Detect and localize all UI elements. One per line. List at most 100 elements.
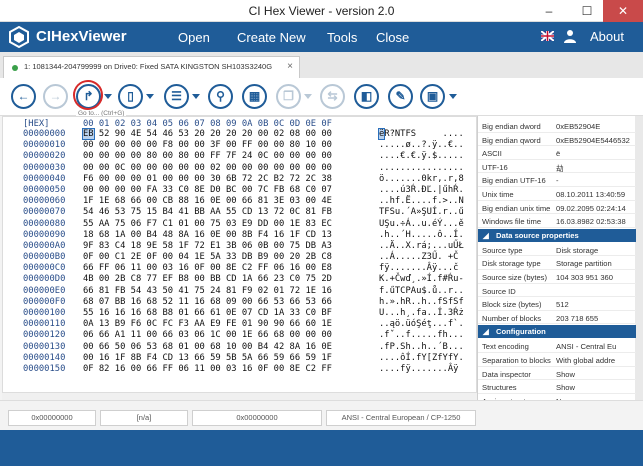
hex-ascii[interactable]: .fˇ..f.....fh... <box>379 330 464 341</box>
property-row[interactable]: Data inspector Show <box>478 368 636 381</box>
hex-bytes[interactable]: 9F 83 C4 18 9E 58 1F 72 E1 3B 06 0B 00 7… <box>83 241 332 252</box>
hex-bytes[interactable]: F6 00 00 00 01 00 00 00 30 6B 72 2C B2 7… <box>83 174 332 185</box>
menu-close[interactable]: Close <box>376 30 409 45</box>
hex-ascii[interactable]: ..ąö.üóŞéţ...f`. <box>379 319 464 330</box>
hex-ascii[interactable]: ..hf.Ë....f.>..N <box>379 196 464 207</box>
hex-view[interactable]: [HEX] 00 01 02 03 04 05 06 07 08 09 0A 0… <box>2 116 477 400</box>
panels-button[interactable]: ◧ <box>354 84 379 109</box>
back-button[interactable]: ← <box>11 84 36 109</box>
property-row[interactable]: Text encoding ANSI - Central Eu <box>478 340 636 353</box>
hex-ascii[interactable]: K.+Čwď¸.»Í.f#Ŕu- <box>379 274 464 285</box>
hex-bytes[interactable]: 68 07 BB 16 68 52 11 16 68 09 00 66 53 6… <box>83 297 332 308</box>
hex-ascii[interactable]: ....ôÍ.fY[ZfYfY. <box>379 353 464 364</box>
section-header[interactable]: ◢ Configuration <box>478 325 636 339</box>
hex-ascii[interactable]: ....€.€.ÿ.$..... <box>379 151 464 162</box>
property-row[interactable]: Separation to blocks With global addre <box>478 354 636 367</box>
list-dropdown-icon[interactable] <box>192 94 200 99</box>
hex-ascii[interactable]: ................ <box>379 163 464 174</box>
copy-button[interactable]: ❐ <box>276 84 301 109</box>
hex-bytes[interactable]: 4B 00 2B C8 77 EF B8 00 BB CD 1A 66 23 C… <box>83 274 332 285</box>
save-dropdown-icon[interactable] <box>449 94 457 99</box>
hex-bytes[interactable]: 00 00 00 00 00 F8 00 00 3F 00 FF 00 00 8… <box>83 140 332 151</box>
hex-ascii[interactable]: ....fÿ.......Âÿ <box>379 364 458 375</box>
edit-button[interactable]: ✎ <box>388 84 413 109</box>
hex-ascii[interactable]: UŞu.÷Á..u.éÝ...ě <box>379 219 464 230</box>
menu-open[interactable]: Open <box>178 30 210 45</box>
property-row[interactable]: Windows file time 16.03.8982 02:53:38 <box>478 215 636 228</box>
property-row[interactable]: Big endian dword 0xEB52904E <box>478 120 636 133</box>
property-row[interactable]: Unix time 08.10.2011 13:40:59 <box>478 188 636 201</box>
user-icon[interactable] <box>564 29 576 43</box>
tab-document[interactable]: 1: 1081344-204799999 on Drive0: Fixed SA… <box>3 56 300 78</box>
property-row[interactable]: Big endian UTF-16- <box>478 174 636 187</box>
minimize-button[interactable]: – <box>535 0 563 22</box>
property-row[interactable]: Source size (bytes) 104 303 951 360 <box>478 271 636 284</box>
property-row[interactable]: Big endian qword 0xEB52904E5446532 <box>478 134 636 147</box>
property-row[interactable]: Number of blocks 203 718 655 <box>478 312 636 325</box>
hex-ascii[interactable]: .....ø..?.ÿ..€.. <box>379 140 464 151</box>
hex-bytes[interactable]: 0F 82 16 00 66 FF 06 11 00 03 16 0F 00 8… <box>83 364 332 375</box>
hex-bytes[interactable]: 55 16 16 16 68 B8 01 66 61 0E 07 CD 1A 3… <box>83 308 332 319</box>
goto-dropdown-icon[interactable] <box>104 94 112 99</box>
property-row[interactable]: ASCII ë <box>478 147 636 160</box>
hex-ascii[interactable]: .fP.Sh..h..´B... <box>379 342 464 353</box>
menu-about[interactable]: About <box>590 29 624 44</box>
hex-ascii[interactable]: f.űTCPAu$.ů..r.. <box>379 286 464 297</box>
property-row[interactable]: UTF-16 劫 <box>478 161 636 174</box>
hex-ascii[interactable]: h.».hR..h..fSfSf <box>379 297 464 308</box>
section-header[interactable]: ◢ Data source properties <box>478 228 636 242</box>
hex-ascii[interactable]: ö.......0kr,.r,8 <box>379 174 464 185</box>
property-row[interactable]: Big endian unix time 09.02.2095 02:24:14 <box>478 202 636 215</box>
list-button[interactable]: ☰ <box>164 84 189 109</box>
hex-bytes[interactable]: 18 68 1A 00 B4 48 8A 16 0E 00 8B F4 16 1… <box>83 230 332 241</box>
hex-bytes[interactable]: 06 66 A1 11 00 66 03 06 1C 00 1E 66 68 0… <box>83 330 332 341</box>
hex-bytes[interactable]: EB 52 90 4E 54 46 53 20 20 20 20 00 02 0… <box>82 128 332 140</box>
forward-button[interactable]: → <box>43 84 68 109</box>
collapse-icon[interactable]: ◢ <box>483 327 489 336</box>
save-button[interactable]: ▣ <box>420 84 445 109</box>
hex-ascii[interactable]: fÿ.......Âÿ...č <box>379 263 458 274</box>
status-encoding[interactable]: ANSI - Central European / CP-1250 <box>326 410 476 426</box>
property-row[interactable]: Source ID <box>478 285 636 298</box>
tab-close-button[interactable]: × <box>287 61 293 72</box>
hex-ascii[interactable]: ....ú3Ŕ.ĐĽ.|űhŔ. <box>379 185 464 196</box>
close-window-button[interactable]: ✕ <box>603 0 643 22</box>
collapse-icon[interactable]: ◢ <box>483 231 489 240</box>
hex-bytes[interactable]: 00 00 00 00 80 00 80 00 FF 7F 24 0C 00 0… <box>83 151 332 162</box>
selected-byte[interactable]: EB <box>82 128 95 140</box>
hex-bytes[interactable]: 00 00 0C 00 00 00 00 00 02 00 00 00 00 0… <box>83 163 332 174</box>
copy-dropdown-icon[interactable] <box>304 94 312 99</box>
property-row[interactable]: Block size (bytes) 512 <box>478 298 636 311</box>
property-row[interactable]: Disk storage type Storage partition <box>478 257 636 270</box>
hex-bytes[interactable]: 0F 00 C1 2E 0F 00 04 1E 5A 33 DB B9 00 2… <box>83 252 332 263</box>
inspector-scrollbar[interactable] <box>635 116 643 400</box>
horizontal-scrollbar[interactable] <box>2 392 477 400</box>
uk-flag-icon[interactable] <box>541 31 554 41</box>
hex-ascii[interactable]: ëR?NTFS .... <box>377 128 464 140</box>
maximize-button[interactable]: ☐ <box>573 0 601 22</box>
search-button[interactable]: ⚲ <box>208 84 233 109</box>
grid-button[interactable]: ▦ <box>242 84 267 109</box>
hex-ascii[interactable]: U...h¸.fa..Í.3Ŕż <box>379 308 464 319</box>
selected-char[interactable]: ë <box>377 128 386 140</box>
menu-tools[interactable]: Tools <box>327 30 357 45</box>
compare-button[interactable]: ⇆ <box>320 84 345 109</box>
menu-create-new[interactable]: Create New <box>237 30 306 45</box>
hex-bytes[interactable]: 55 AA 75 06 F7 C1 01 00 75 03 E9 DD 00 1… <box>83 219 332 230</box>
hex-bytes[interactable]: 1F 1E 68 66 00 CB 88 16 0E 00 66 81 3E 0… <box>83 196 332 207</box>
hex-ascii[interactable]: .h..´H.....ô..Í. <box>379 230 464 241</box>
hex-bytes[interactable]: 54 46 53 75 15 B4 41 BB AA 55 CD 13 72 0… <box>83 207 332 218</box>
hex-bytes[interactable]: 66 FF 06 11 00 03 16 0F 00 8E C2 FF 06 1… <box>83 263 332 274</box>
bookmark-dropdown-icon[interactable] <box>146 94 154 99</box>
property-row[interactable]: Source type Disk storage <box>478 244 636 257</box>
hex-ascii[interactable]: ..Á.....Z3Ű. +Č <box>379 252 458 263</box>
bookmark-button[interactable]: ▯ <box>118 84 143 109</box>
hex-bytes[interactable]: 66 81 FB 54 43 50 41 75 24 81 F9 02 01 7… <box>83 286 332 297</box>
property-row[interactable]: Structures Show <box>478 381 636 394</box>
hex-bytes[interactable]: 00 00 00 00 FA 33 C0 8E D0 BC 00 7C FB 6… <box>83 185 332 196</box>
hex-ascii[interactable]: ..Ä..X.rá;...uŰŁ <box>379 241 464 252</box>
hex-ascii[interactable]: TFSu.´A»ŞUÍ.r..ű <box>379 207 464 218</box>
hex-bytes[interactable]: 00 66 50 06 53 68 01 00 68 10 00 B4 42 8… <box>83 342 332 353</box>
hex-bytes[interactable]: 00 16 1F 8B F4 CD 13 66 59 5B 5A 66 59 6… <box>83 353 332 364</box>
hex-bytes[interactable]: 0A 13 B9 F6 0C FC F3 AA E9 FE 01 90 90 6… <box>83 319 332 330</box>
